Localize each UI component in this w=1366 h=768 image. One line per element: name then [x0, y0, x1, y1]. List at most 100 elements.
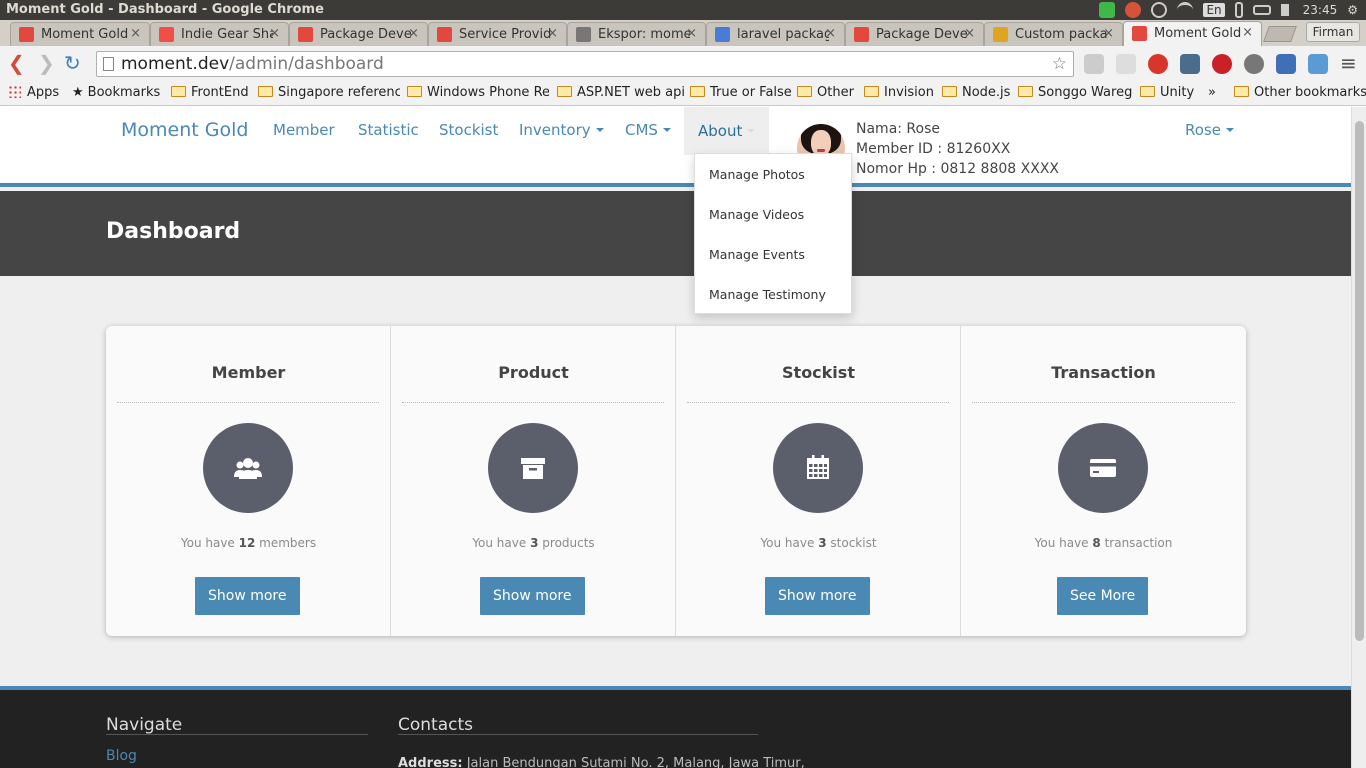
- nav-statistic[interactable]: Statistic: [358, 121, 419, 139]
- caret-down-icon: [662, 128, 671, 132]
- bookmark-folder[interactable]: True or False: [690, 85, 792, 100]
- close-tab-icon[interactable]: ×: [269, 26, 280, 41]
- folder-icon: [258, 86, 273, 97]
- bookmark-folder[interactable]: FrontEnd: [171, 85, 249, 100]
- browser-tab[interactable]: Package Deve ×: [845, 22, 984, 46]
- star-icon[interactable]: ☆: [1052, 52, 1067, 76]
- footer-blog-link[interactable]: Blog: [106, 748, 137, 764]
- nav-member[interactable]: Member: [273, 121, 335, 139]
- card-title: Member: [211, 363, 286, 382]
- nav-cms[interactable]: CMS: [625, 121, 671, 139]
- close-tab-icon[interactable]: ×: [825, 26, 836, 41]
- favicon-icon: [854, 27, 869, 42]
- menu-item-manage-testimony[interactable]: Manage Testimony: [709, 287, 826, 302]
- folder-icon: [690, 86, 705, 97]
- keyboard-layout[interactable]: En: [1203, 3, 1225, 17]
- address-bar[interactable]: moment.dev/admin/dashboard ☆: [96, 51, 1074, 77]
- page-scrollbar[interactable]: [1351, 107, 1366, 768]
- wifi-icon[interactable]: [1177, 2, 1194, 18]
- close-tab-icon[interactable]: ×: [1242, 25, 1253, 40]
- pinterest-icon[interactable]: [1212, 54, 1232, 74]
- bluetooth-icon[interactable]: [1234, 2, 1243, 18]
- close-tab-icon[interactable]: ×: [408, 26, 419, 41]
- favicon-icon: [159, 27, 174, 42]
- browser-tab[interactable]: Service Provid ×: [428, 22, 567, 46]
- card-title: Stockist: [782, 363, 855, 382]
- new-tab-button[interactable]: [1263, 26, 1297, 42]
- bookmark-folder[interactable]: Songgo Wareg: [1018, 85, 1132, 100]
- close-tab-icon[interactable]: ×: [130, 26, 141, 41]
- evernote-icon[interactable]: [1180, 54, 1200, 74]
- app-indicator-icon[interactable]: [1125, 2, 1142, 18]
- browser-tab[interactable]: Indie Gear Sha ×: [150, 22, 289, 46]
- nav-stockist[interactable]: Stockist: [439, 121, 498, 139]
- scrollbar-thumb[interactable]: [1355, 121, 1364, 641]
- folder-icon: [942, 86, 957, 97]
- extension-icon[interactable]: [1116, 54, 1136, 74]
- browser-tab[interactable]: laravel packag ×: [706, 22, 845, 46]
- other-bookmarks[interactable]: Other bookmarks: [1234, 85, 1366, 100]
- bookmark-folder[interactable]: Invision: [864, 85, 934, 100]
- bookmark-folder[interactable]: ASP.NET web api: [557, 85, 685, 100]
- folder-icon: [1140, 86, 1155, 97]
- back-icon[interactable]: ❮: [8, 53, 25, 73]
- transaction-see-more-button[interactable]: See More: [1057, 577, 1149, 615]
- forward-icon[interactable]: ❯: [38, 53, 55, 73]
- close-tab-icon[interactable]: ×: [964, 26, 975, 41]
- users-icon: [203, 423, 293, 513]
- profile-phone: Nomor Hp : 0812 8808 XXXX: [856, 161, 1059, 177]
- bookmark-folder[interactable]: Windows Phone Ref: [407, 85, 549, 100]
- clock[interactable]: 23:45: [1303, 3, 1338, 17]
- camera-icon[interactable]: [1308, 54, 1328, 74]
- nav-about[interactable]: About: [684, 107, 770, 155]
- extension-icon[interactable]: [1276, 54, 1296, 74]
- browser-tab-active[interactable]: Moment Gold ×: [1123, 21, 1262, 46]
- volume-icon[interactable]: [1280, 4, 1293, 16]
- menu-item-manage-photos[interactable]: Manage Photos: [709, 167, 805, 182]
- stockist-card: Stockist You have 3 stockist Show more: [676, 326, 961, 636]
- film-icon[interactable]: [1244, 54, 1264, 74]
- reload-icon[interactable]: ↻: [64, 53, 81, 73]
- user-menu[interactable]: Rose: [1185, 121, 1234, 139]
- browser-tab[interactable]: Package Deve ×: [289, 22, 428, 46]
- gear-icon[interactable]: ⚙: [1347, 3, 1358, 17]
- favicon-icon: [437, 27, 452, 42]
- stockist-show-more-button[interactable]: Show more: [765, 577, 870, 615]
- product-card: Product You have 3 products Show more: [391, 326, 676, 636]
- bookmark-apps[interactable]: Apps: [8, 85, 59, 100]
- bookmark-folder[interactable]: Other: [797, 85, 854, 100]
- browser-tab[interactable]: Moment Gold ×: [10, 22, 150, 46]
- menu-icon[interactable]: ≡: [1340, 53, 1357, 73]
- favicon-icon: [19, 27, 34, 42]
- card-summary: You have 8 transaction: [1034, 536, 1173, 550]
- close-tab-icon[interactable]: ×: [686, 26, 697, 41]
- dropbox-icon[interactable]: [1099, 2, 1116, 18]
- footer-navigate-heading: Navigate: [106, 715, 183, 735]
- bookmark-bookmarks[interactable]: ★ Bookmarks: [72, 85, 160, 100]
- menu-item-manage-events[interactable]: Manage Events: [709, 247, 805, 262]
- more-bookmarks-button[interactable]: »: [1208, 85, 1216, 100]
- extension-icon[interactable]: [1084, 54, 1104, 74]
- browser-tab[interactable]: Ekspor: mome ×: [567, 22, 706, 46]
- close-tab-icon[interactable]: ×: [547, 26, 558, 41]
- profile-info: Nama: Rose Member ID : 81260XX Nomor Hp …: [856, 119, 1059, 179]
- browser-tab[interactable]: Custom packa ×: [984, 22, 1123, 46]
- menu-item-manage-videos[interactable]: Manage Videos: [709, 207, 804, 222]
- profile-button[interactable]: Firman: [1306, 22, 1360, 42]
- battery-icon[interactable]: [1252, 5, 1271, 15]
- site-footer: Navigate Blog Contacts Address: Jalan Be…: [0, 686, 1351, 768]
- product-show-more-button[interactable]: Show more: [480, 577, 585, 615]
- member-show-more-button[interactable]: Show more: [195, 577, 300, 615]
- bookmark-folder[interactable]: Node.js: [942, 85, 1010, 100]
- brand-link[interactable]: Moment Gold: [121, 119, 248, 141]
- credit-card-icon: [1058, 423, 1148, 513]
- nav-inventory[interactable]: Inventory: [519, 121, 604, 139]
- calendar-icon: [773, 423, 863, 513]
- bookmark-folder[interactable]: Singapore reference: [258, 85, 400, 100]
- bookmark-folder[interactable]: Unity: [1140, 85, 1194, 100]
- adblock-icon[interactable]: [1148, 54, 1168, 74]
- favicon-icon: [715, 27, 730, 42]
- sync-icon[interactable]: [1151, 2, 1168, 18]
- close-tab-icon[interactable]: ×: [1103, 26, 1114, 41]
- tab-strip: Moment Gold × Indie Gear Sha × Package Dev…: [0, 20, 1366, 46]
